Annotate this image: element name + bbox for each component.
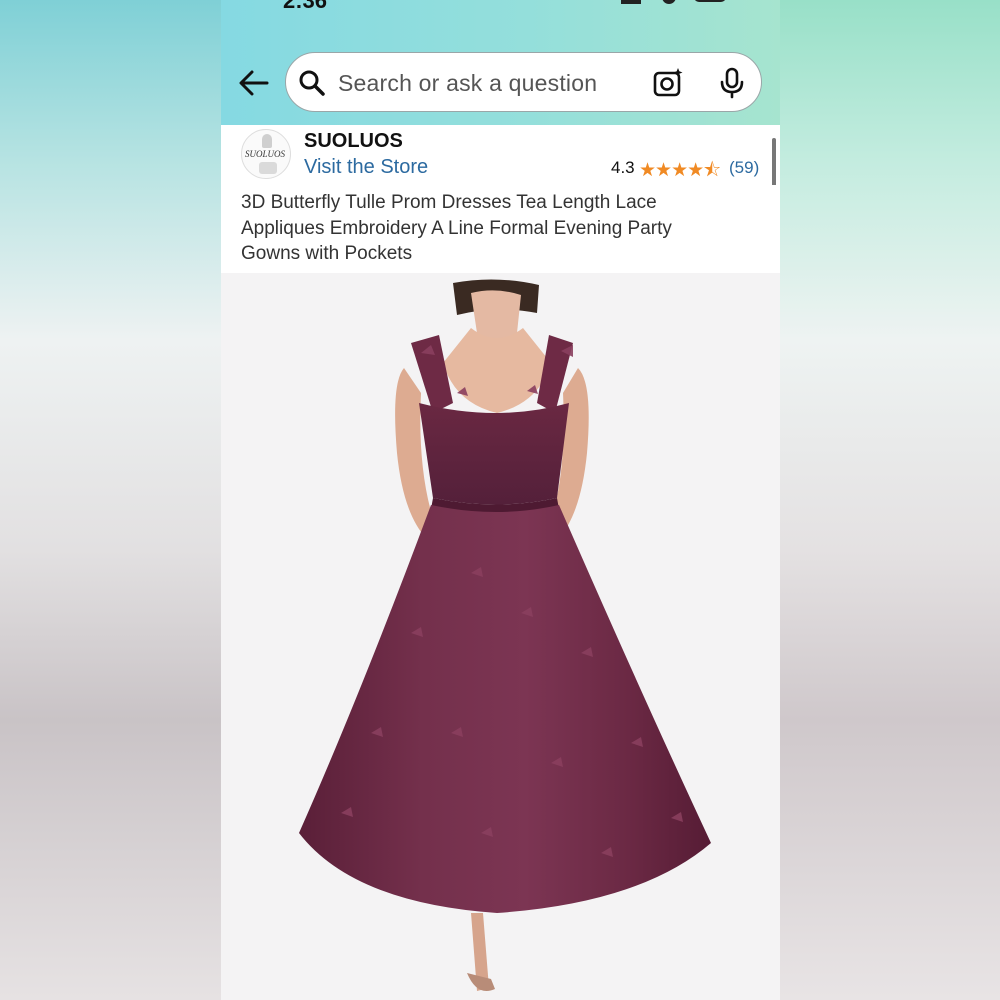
product-title: 3D Butterfly Tulle Prom Dresses Tea Leng… <box>221 185 780 273</box>
store-logo-text: SUOLUOS <box>245 149 286 159</box>
background-blur-right <box>780 0 1000 1000</box>
product-title-line: Gowns with Pockets <box>241 243 413 264</box>
header-bar: 2:36 Search or ask a question <box>221 0 780 125</box>
rating-stars[interactable]: ★★★★⯪ <box>639 156 721 188</box>
store-logo[interactable]: SUOLUOS <box>241 129 291 179</box>
brand-name: SUOLUOS <box>304 130 403 152</box>
product-title-line: 3D Butterfly Tulle Prom Dresses Tea Leng… <box>241 192 657 213</box>
signal-icon <box>621 0 641 4</box>
visit-store-link[interactable]: Visit the Store <box>304 156 428 179</box>
logo-figure-base-icon <box>259 162 277 174</box>
microphone-icon[interactable] <box>718 67 746 99</box>
search-input[interactable]: Search or ask a question <box>338 70 597 97</box>
scrollbar[interactable] <box>772 138 776 190</box>
background-blur-left <box>0 0 221 1000</box>
dress-photo <box>299 279 711 991</box>
back-button[interactable] <box>237 66 271 100</box>
status-icons <box>616 0 736 6</box>
logo-figure-icon <box>262 134 272 148</box>
search-bar[interactable]: Search or ask a question <box>285 52 762 112</box>
rating-value: 4.3 <box>611 158 635 177</box>
product-title-line: Appliques Embroidery A Line Formal Eveni… <box>241 218 672 239</box>
store-row: SUOLUOS SUOLUOS Visit the Store 4.3 ★★★★… <box>221 125 780 185</box>
rating-count-link[interactable]: (59) <box>729 158 759 178</box>
arrow-left-icon <box>239 70 269 96</box>
wifi-icon <box>662 0 676 4</box>
battery-icon <box>694 0 726 2</box>
camera-lens-icon[interactable] <box>652 67 684 99</box>
status-time: 2:36 <box>283 0 328 13</box>
phone-screen: 2:36 Search or ask a question SUOLUOS SU… <box>221 0 780 1000</box>
product-image[interactable] <box>221 273 780 1000</box>
search-icon <box>299 70 325 96</box>
